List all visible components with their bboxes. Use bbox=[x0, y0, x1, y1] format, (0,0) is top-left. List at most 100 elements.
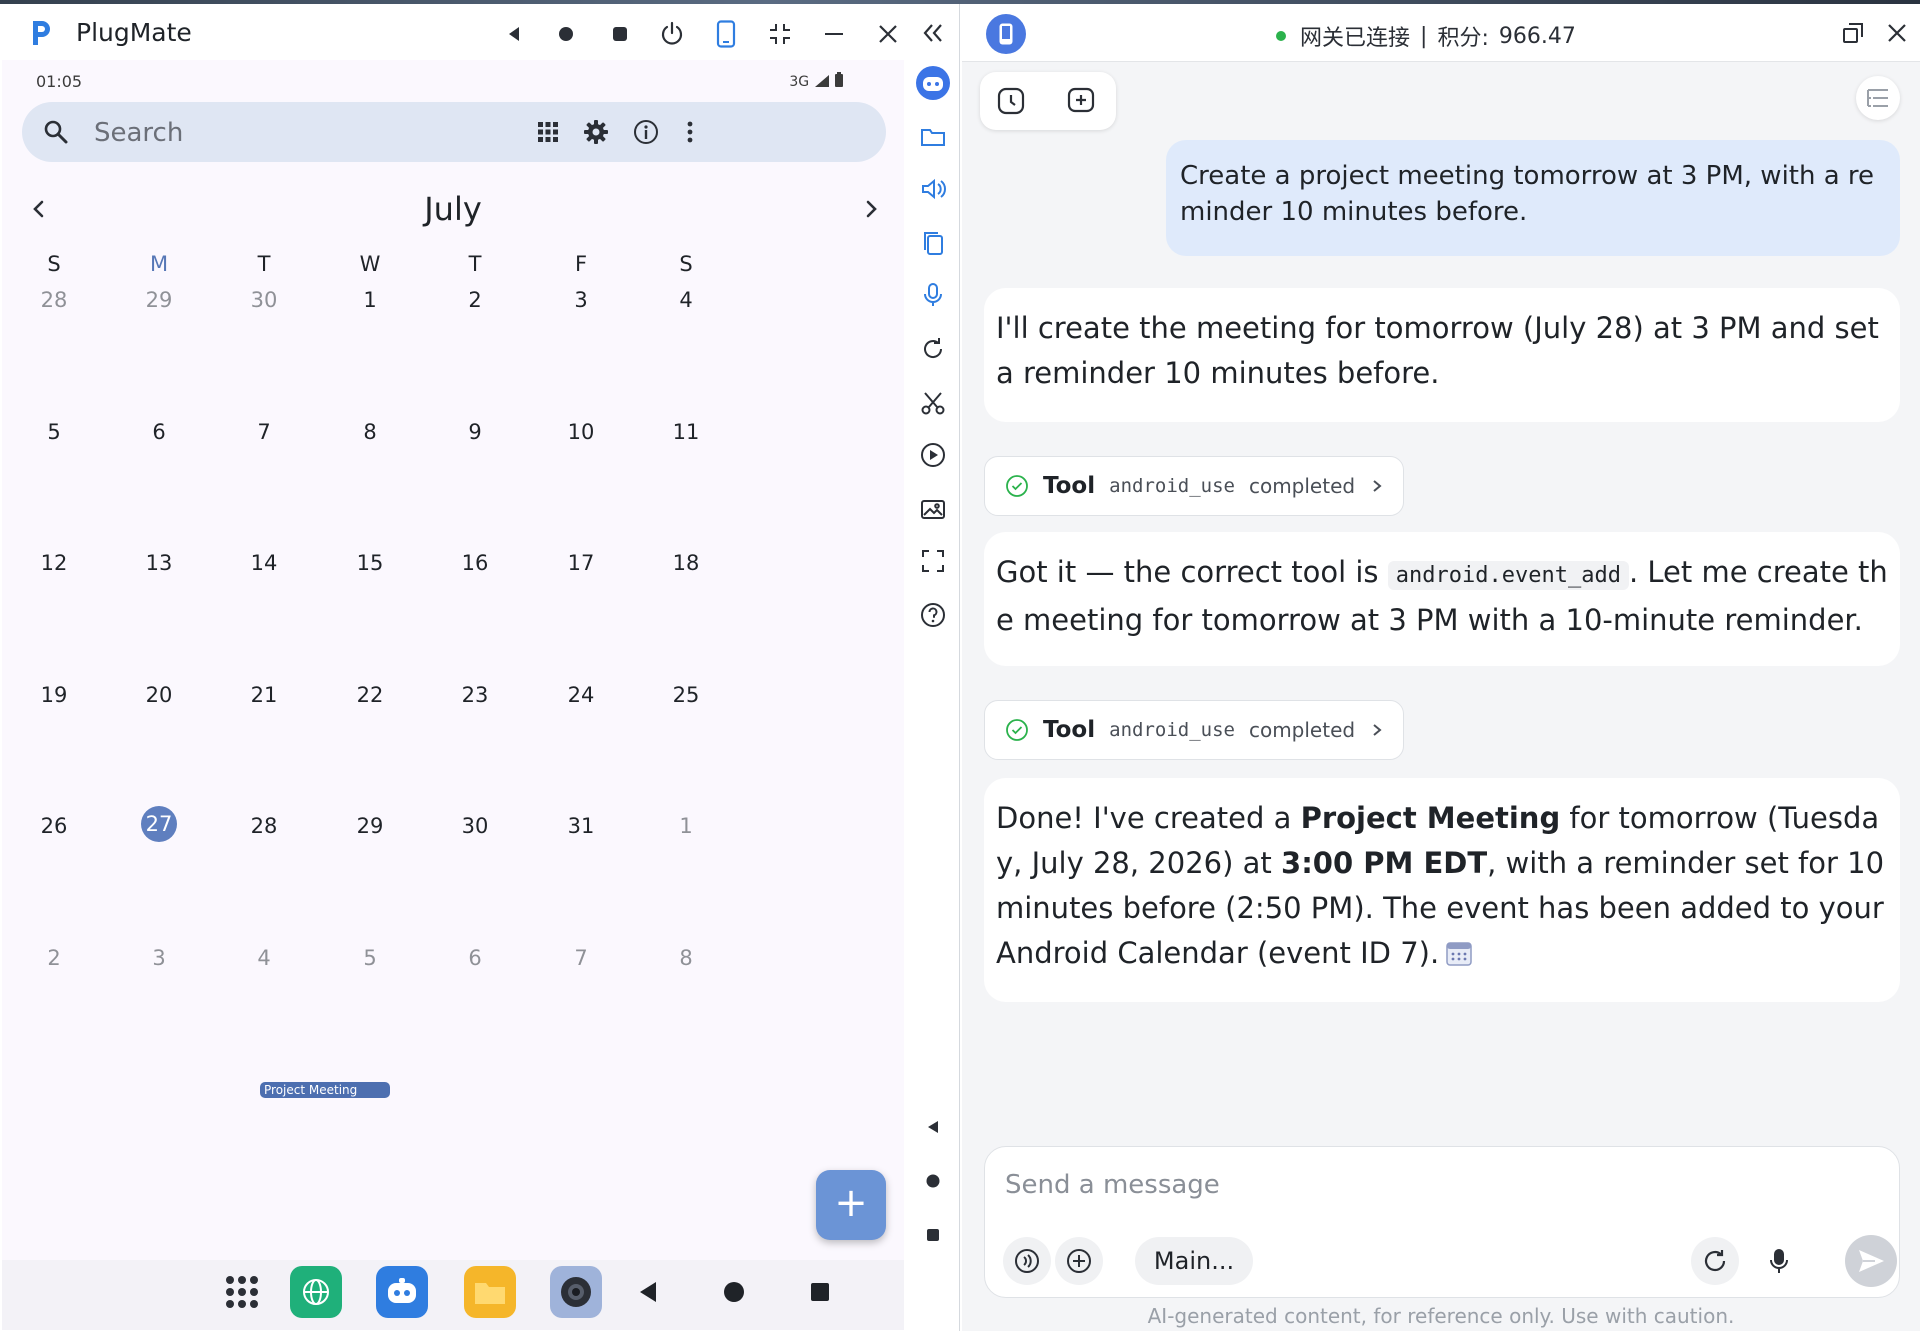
history-button[interactable] bbox=[994, 84, 1028, 118]
more-options-button[interactable] bbox=[674, 116, 706, 148]
calendar-day-selected[interactable]: 27 bbox=[141, 806, 177, 842]
outline-button[interactable] bbox=[1856, 76, 1900, 120]
detach-window-button[interactable] bbox=[1838, 18, 1868, 48]
chevron-right-icon[interactable] bbox=[856, 194, 886, 224]
tool-call-1[interactable]: Tool android_use completed bbox=[984, 456, 1404, 516]
dock-home-button[interactable] bbox=[708, 1266, 760, 1318]
calendar-day[interactable]: 8 bbox=[656, 946, 716, 970]
assistant-button[interactable] bbox=[914, 64, 952, 102]
calendar-day[interactable]: 9 bbox=[445, 420, 505, 444]
calendar-day[interactable]: 14 bbox=[234, 551, 294, 575]
gallery-button[interactable] bbox=[914, 490, 952, 528]
message-input[interactable] bbox=[1005, 1165, 1865, 1205]
dock-back-button[interactable] bbox=[622, 1266, 674, 1318]
calendar-day[interactable]: 15 bbox=[340, 551, 400, 575]
device-button[interactable] bbox=[986, 14, 1026, 54]
calendar-day[interactable]: 30 bbox=[445, 814, 505, 838]
volume-button[interactable] bbox=[914, 170, 952, 208]
calendar-day[interactable]: 12 bbox=[24, 551, 84, 575]
clipboard-button[interactable] bbox=[914, 224, 952, 262]
fullscreen-button[interactable] bbox=[914, 542, 952, 580]
shrink-button[interactable] bbox=[762, 16, 798, 52]
calendar-day[interactable]: 18 bbox=[656, 551, 716, 575]
back-button[interactable] bbox=[496, 16, 532, 52]
side-recents-button[interactable] bbox=[914, 1216, 952, 1254]
triangle-left-icon bbox=[928, 1121, 938, 1133]
close-phone-button[interactable] bbox=[870, 16, 906, 52]
view-grid-button[interactable] bbox=[532, 116, 564, 148]
tool-call-2[interactable]: Tool android_use completed bbox=[984, 700, 1404, 760]
attach-button[interactable] bbox=[1055, 1237, 1103, 1285]
rotate-button[interactable] bbox=[914, 330, 952, 368]
calendar-day[interactable]: 8 bbox=[340, 420, 400, 444]
dock-apps-button[interactable] bbox=[216, 1266, 268, 1318]
calendar-day[interactable]: 29 bbox=[129, 288, 189, 312]
calendar-day[interactable]: 22 bbox=[340, 683, 400, 707]
send-button[interactable] bbox=[1845, 1235, 1897, 1287]
tool-name: android_use bbox=[1109, 475, 1235, 497]
calendar-day[interactable]: 29 bbox=[340, 814, 400, 838]
recents-button[interactable] bbox=[602, 16, 638, 52]
calendar-day[interactable]: 4 bbox=[234, 946, 294, 970]
calendar-day[interactable]: 1 bbox=[340, 288, 400, 312]
calendar-search-bar[interactable]: Search bbox=[22, 102, 886, 162]
microphone-button[interactable] bbox=[914, 276, 952, 314]
dock-recents-button[interactable] bbox=[794, 1266, 846, 1318]
dock-files-button[interactable] bbox=[464, 1266, 516, 1318]
new-chat-icon bbox=[1067, 87, 1095, 113]
calendar-day[interactable]: 6 bbox=[129, 420, 189, 444]
calendar-day[interactable]: 2 bbox=[445, 288, 505, 312]
calendar-day[interactable]: 3 bbox=[129, 946, 189, 970]
side-home-button[interactable] bbox=[914, 1162, 952, 1200]
calendar-day[interactable]: 7 bbox=[551, 946, 611, 970]
calendar-day[interactable]: 1 bbox=[656, 814, 716, 838]
calendar-day[interactable]: 5 bbox=[340, 946, 400, 970]
calendar-day[interactable]: 20 bbox=[129, 683, 189, 707]
calendar-day[interactable]: 2 bbox=[24, 946, 84, 970]
calendar-day[interactable]: 19 bbox=[24, 683, 84, 707]
calendar-day[interactable]: 11 bbox=[656, 420, 716, 444]
model-selector[interactable]: Main... bbox=[1135, 1237, 1253, 1285]
voice-mode-button[interactable] bbox=[1003, 1237, 1051, 1285]
regenerate-button[interactable] bbox=[1691, 1237, 1739, 1285]
folder-button[interactable] bbox=[914, 118, 952, 156]
record-button[interactable] bbox=[914, 436, 952, 474]
calendar-day[interactable]: 4 bbox=[656, 288, 716, 312]
home-button[interactable] bbox=[548, 16, 584, 52]
voice-input-button[interactable] bbox=[1755, 1237, 1803, 1285]
event-chip-project-meeting[interactable]: Project Meeting bbox=[260, 1082, 390, 1098]
dock-browser-button[interactable] bbox=[290, 1266, 342, 1318]
close-chat-button[interactable] bbox=[1882, 18, 1912, 48]
help-button[interactable] bbox=[914, 596, 952, 634]
calendar-day[interactable]: 17 bbox=[551, 551, 611, 575]
calendar-day[interactable]: 23 bbox=[445, 683, 505, 707]
collapse-panel-button[interactable] bbox=[914, 14, 952, 52]
calendar-day[interactable]: 21 bbox=[234, 683, 294, 707]
screenshot-crop-button[interactable] bbox=[914, 384, 952, 422]
calendar-day[interactable]: 31 bbox=[551, 814, 611, 838]
calendar-day[interactable]: 24 bbox=[551, 683, 611, 707]
new-chat-button[interactable] bbox=[1064, 84, 1098, 118]
dock-assistant-button[interactable] bbox=[376, 1266, 428, 1318]
calendar-day[interactable]: 3 bbox=[551, 288, 611, 312]
info-button[interactable] bbox=[630, 116, 662, 148]
side-back-button[interactable] bbox=[914, 1108, 952, 1146]
settings-button[interactable] bbox=[580, 116, 612, 148]
dock-camera-button[interactable] bbox=[550, 1266, 602, 1318]
add-event-button[interactable]: + bbox=[816, 1170, 886, 1240]
minimize-button[interactable] bbox=[816, 16, 852, 52]
power-button[interactable] bbox=[654, 16, 690, 52]
calendar-day[interactable]: 28 bbox=[234, 814, 294, 838]
phone-mode-button[interactable] bbox=[708, 16, 744, 52]
tool-state: completed bbox=[1248, 718, 1356, 742]
calendar-day[interactable]: 6 bbox=[445, 946, 505, 970]
calendar-day[interactable]: 26 bbox=[24, 814, 84, 838]
calendar-day[interactable]: 16 bbox=[445, 551, 505, 575]
calendar-day[interactable]: 13 bbox=[129, 551, 189, 575]
calendar-day[interactable]: 7 bbox=[234, 420, 294, 444]
calendar-day[interactable]: 10 bbox=[551, 420, 611, 444]
calendar-day[interactable]: 30 bbox=[234, 288, 294, 312]
calendar-day[interactable]: 5 bbox=[24, 420, 84, 444]
calendar-day[interactable]: 25 bbox=[656, 683, 716, 707]
calendar-day[interactable]: 28 bbox=[24, 288, 84, 312]
